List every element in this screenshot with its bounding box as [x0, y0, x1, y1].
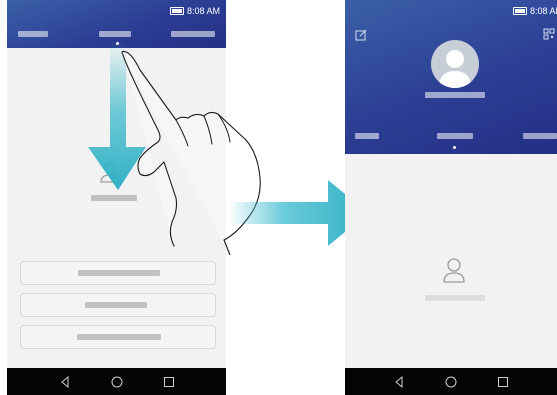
status-time: 8:08 AM [529, 6, 557, 16]
recent-square-icon[interactable] [163, 376, 175, 388]
person-icon [443, 258, 465, 283]
phone-screen-after: 8:08 AM [345, 0, 557, 395]
profile-name [425, 92, 485, 98]
status-time: 8:08 AM [186, 6, 220, 16]
option-button-2-label [85, 302, 147, 308]
tab-left[interactable] [355, 133, 379, 139]
edit-icon[interactable] [355, 29, 367, 41]
tab-left[interactable] [18, 31, 48, 37]
navigation-bar [345, 368, 557, 395]
option-button-1[interactable] [20, 261, 216, 285]
tab-center[interactable] [99, 31, 131, 37]
avatar-silhouette-icon [439, 50, 471, 88]
option-button-2[interactable] [20, 293, 216, 317]
home-circle-icon[interactable] [445, 376, 457, 388]
tab-right[interactable] [171, 31, 215, 37]
tab-center[interactable] [437, 133, 473, 139]
status-bar: 8:08 AM [512, 6, 557, 16]
empty-contacts-label [425, 295, 485, 301]
battery-icon [512, 7, 527, 15]
option-button-3[interactable] [20, 325, 216, 349]
back-triangle-icon[interactable] [59, 375, 71, 388]
option-button-1-label [78, 270, 160, 276]
tab-right[interactable] [523, 133, 557, 139]
back-triangle-icon[interactable] [393, 375, 405, 388]
recent-square-icon[interactable] [497, 376, 509, 388]
contacts-header: 8:08 AM [7, 0, 226, 48]
status-bar: 8:08 AM [169, 6, 220, 16]
selected-tab-indicator [453, 146, 456, 149]
option-button-3-label [77, 334, 161, 340]
battery-icon [169, 7, 184, 15]
profile-header: 8:08 AM [345, 0, 557, 154]
profile-avatar[interactable] [431, 40, 479, 88]
qr-code-icon[interactable] [543, 28, 555, 40]
home-circle-icon[interactable] [111, 376, 123, 388]
navigation-bar [7, 368, 226, 395]
